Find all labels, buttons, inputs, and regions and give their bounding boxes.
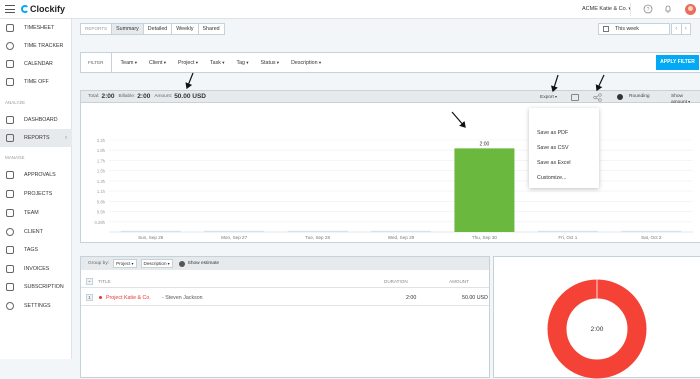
arrow-export (550, 74, 559, 93)
arrow-amount (185, 72, 194, 90)
annotation-arrows (185, 72, 605, 128)
arrow-share (595, 74, 605, 92)
arrow-bar (451, 111, 466, 128)
